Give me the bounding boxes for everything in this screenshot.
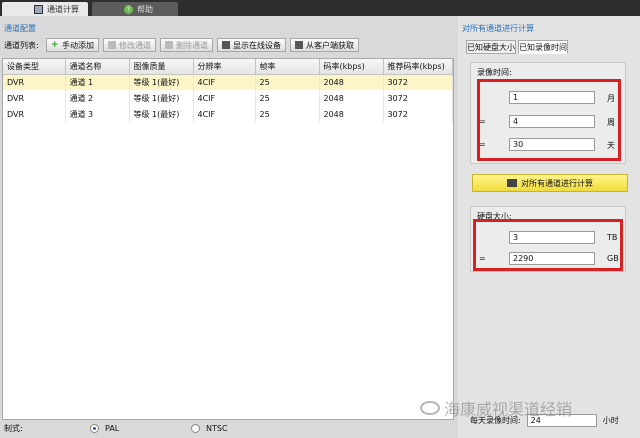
- calc-all-channels-label: 对所有通道进行计算: [521, 178, 593, 188]
- channel-table: 设备类型 通道名称 图像质量 分辨率 帧率 码率(kbps) 推荐码率(kbps…: [2, 58, 454, 420]
- monitor-icon: [34, 4, 43, 14]
- plus-icon: +: [51, 40, 59, 50]
- weeks-unit: 周: [607, 118, 615, 127]
- table-cell: 25: [255, 90, 320, 106]
- table-cell: 等级 1(最好): [129, 74, 194, 90]
- disk-gb-output[interactable]: 2290: [509, 252, 595, 265]
- add-channel-button[interactable]: + 手动添加: [46, 38, 99, 52]
- column-header[interactable]: 帧率: [255, 59, 320, 75]
- delete-channel-button[interactable]: 删除通道: [160, 38, 213, 52]
- table-cell: 4CIF: [193, 90, 256, 106]
- wechat-logo-icon: [420, 401, 440, 415]
- tb-unit: TB: [607, 233, 618, 242]
- months-unit: 月: [607, 94, 615, 103]
- client-icon: [295, 41, 303, 49]
- column-header[interactable]: 推荐码率(kbps): [383, 59, 453, 75]
- show-online-label: 显示在线设备: [233, 40, 281, 50]
- calc-all-section: 对所有通道进行计算 已知硬盘大小 已知录像时间 录像时间: 1 月 = 4 周 …: [458, 16, 640, 438]
- column-header[interactable]: 图像质量: [129, 59, 194, 75]
- months-input[interactable]: 1: [509, 91, 595, 104]
- device-list-icon: [222, 41, 230, 49]
- column-header[interactable]: 设备类型: [3, 59, 66, 75]
- table-row[interactable]: DVR 通道 1 等级 1(最好) 4CIF 25 2048 3072: [3, 74, 453, 90]
- table-cell: 3072: [383, 106, 453, 122]
- group-title-calc-all: 对所有通道进行计算: [462, 24, 534, 33]
- table-cell: 4CIF: [193, 106, 256, 122]
- pal-label: PAL: [105, 423, 120, 433]
- disk-tb-input[interactable]: 3: [509, 231, 595, 244]
- table-header-row: 设备类型 通道名称 图像质量 分辨率 帧率 码率(kbps) 推荐码率(kbps…: [3, 59, 453, 75]
- table-cell: 2048: [319, 106, 384, 122]
- table-cell: 2048: [319, 74, 384, 90]
- column-header[interactable]: 通道名称: [65, 59, 130, 75]
- help-icon: ?: [124, 4, 133, 14]
- main-area: 通道配置 通道列表: + 手动添加 修改通道 删除通道 显示在线设备 从客户端获…: [0, 16, 640, 438]
- tab-known-disk-size[interactable]: 已知硬盘大小: [466, 40, 516, 54]
- hours-unit: 小时: [602, 416, 619, 425]
- gb-unit: GB: [607, 254, 619, 263]
- tab-label: 通道计算: [47, 4, 79, 14]
- table-cell: DVR: [3, 106, 66, 122]
- equals-sign: =: [479, 140, 486, 149]
- add-channel-label: 手动添加: [62, 40, 94, 50]
- get-from-client-label: 从客户端获取: [306, 40, 354, 50]
- table-cell: 2048: [319, 90, 384, 106]
- table-cell: DVR: [3, 90, 66, 106]
- disk-size-panel: 硬盘大小: 3 TB = 2290 GB: [470, 206, 626, 272]
- group-title-channel-config: 通道配置: [4, 24, 36, 33]
- column-header[interactable]: 分辨率: [193, 59, 256, 75]
- table-cell: 4CIF: [193, 74, 256, 90]
- weeks-input[interactable]: 4: [509, 115, 595, 128]
- get-from-client-button[interactable]: 从客户端获取: [290, 38, 359, 52]
- table-cell: 3072: [383, 90, 453, 106]
- pal-radio[interactable]: [90, 423, 99, 433]
- channel-list-label: 通道列表:: [4, 40, 39, 50]
- table-cell: 25: [255, 74, 320, 90]
- standard-bar: 制式: PAL NTSC: [0, 418, 456, 438]
- days-unit: 天: [607, 141, 615, 150]
- record-time-panel: 录像时间: 1 月 = 4 周 = 30 天: [470, 62, 626, 164]
- equals-sign: =: [479, 254, 486, 263]
- ntsc-radio[interactable]: [191, 423, 200, 433]
- modify-channel-label: 修改通道: [119, 40, 151, 50]
- tab-label: 帮助: [137, 4, 153, 14]
- standard-label: 制式:: [4, 423, 23, 433]
- channel-config-section: 通道配置 通道列表: + 手动添加 修改通道 删除通道 显示在线设备 从客户端获…: [0, 16, 456, 438]
- watermark-text: 海康威视渠道经销: [444, 400, 573, 419]
- edit-icon: [108, 41, 116, 49]
- table-cell: 25: [255, 106, 320, 122]
- table-cell: 通道 3: [65, 106, 130, 122]
- delete-icon: [165, 41, 173, 49]
- table-cell: 通道 1: [65, 74, 130, 90]
- tab-known-record-time[interactable]: 已知录像时间: [518, 40, 568, 54]
- column-header[interactable]: 码率(kbps): [319, 59, 384, 75]
- table-cell: 等级 1(最好): [129, 106, 194, 122]
- table-cell: 通道 2: [65, 90, 130, 106]
- table-row[interactable]: DVR 通道 3 等级 1(最好) 4CIF 25 2048 3072: [3, 106, 453, 122]
- tab-channel-calc[interactable]: 通道计算: [2, 2, 88, 16]
- delete-channel-label: 删除通道: [176, 40, 208, 50]
- table-cell: 等级 1(最好): [129, 90, 194, 106]
- tab-help[interactable]: ? 帮助: [92, 2, 178, 16]
- table-row[interactable]: DVR 通道 2 等级 1(最好) 4CIF 25 2048 3072: [3, 90, 453, 106]
- days-input[interactable]: 30: [509, 138, 595, 151]
- watermark: 海康威视渠道经销: [420, 396, 572, 420]
- calculator-icon: [507, 179, 517, 187]
- table-cell: 3072: [383, 74, 453, 90]
- calc-all-channels-button[interactable]: 对所有通道进行计算: [472, 174, 628, 192]
- show-online-devices-button[interactable]: 显示在线设备: [217, 38, 286, 52]
- equals-sign: =: [479, 117, 486, 126]
- top-tab-bar: 通道计算 ? 帮助: [0, 0, 640, 16]
- modify-channel-button[interactable]: 修改通道: [103, 38, 156, 52]
- ntsc-label: NTSC: [206, 423, 228, 433]
- channel-toolbar: 通道列表: + 手动添加 修改通道 删除通道 显示在线设备 从客户端获取: [4, 38, 359, 52]
- table-cell: DVR: [3, 74, 66, 90]
- record-time-title: 录像时间:: [477, 68, 512, 77]
